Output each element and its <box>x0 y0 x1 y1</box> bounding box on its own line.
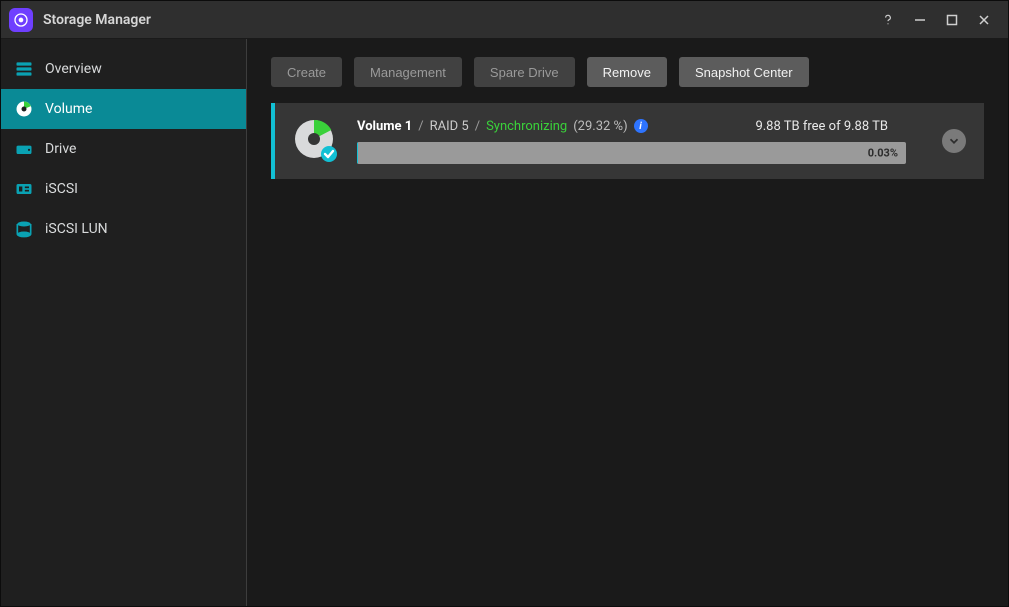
volume-usage-fill <box>357 142 358 164</box>
volume-card[interactable]: Volume 1 / RAID 5 / Synchronizing (29.32… <box>271 103 984 179</box>
volume-status: Synchronizing <box>486 119 567 134</box>
sidebar-item-iscsi[interactable]: iSCSI <box>1 169 246 209</box>
volume-status-icon <box>293 118 339 164</box>
lun-icon <box>13 218 35 240</box>
sidebar-item-label: Volume <box>45 101 92 117</box>
help-button[interactable] <box>872 4 904 36</box>
toolbar: Create Management Spare Drive Remove Sna… <box>271 57 984 87</box>
storage-manager-window: Storage Manager Overview <box>0 0 1009 607</box>
sidebar-item-drive[interactable]: Drive <box>1 129 246 169</box>
main-panel: Create Management Spare Drive Remove Sna… <box>247 39 1008 606</box>
window-title: Storage Manager <box>43 12 151 28</box>
stack-icon <box>13 58 35 80</box>
minimize-button[interactable] <box>904 4 936 36</box>
create-button: Create <box>271 57 342 87</box>
management-button: Management <box>354 57 462 87</box>
volume-usage-bar: 0.03% <box>357 142 906 164</box>
volume-free-text: 9.88 TB free of 9.88 TB <box>755 119 888 134</box>
sidebar-item-label: Drive <box>45 141 76 157</box>
remove-button[interactable]: Remove <box>587 57 667 87</box>
sidebar: Overview Volume Drive iSCSI <box>1 39 247 606</box>
iscsi-icon <box>13 178 35 200</box>
volume-header-row: Volume 1 / RAID 5 / Synchronizing (29.32… <box>357 119 906 134</box>
sidebar-item-overview[interactable]: Overview <box>1 49 246 89</box>
sidebar-item-label: iSCSI LUN <box>45 221 108 237</box>
volume-name: Volume 1 <box>357 119 412 134</box>
sidebar-item-label: Overview <box>45 61 102 77</box>
snapshot-center-button[interactable]: Snapshot Center <box>679 57 809 87</box>
sidebar-item-label: iSCSI <box>45 181 78 197</box>
maximize-button[interactable] <box>936 4 968 36</box>
expand-toggle[interactable] <box>942 129 966 153</box>
volume-sync-percent: (29.32 %) <box>573 119 627 134</box>
drive-icon <box>13 138 35 160</box>
info-icon[interactable]: i <box>634 119 648 133</box>
volume-raid: RAID 5 <box>430 119 469 134</box>
titlebar: Storage Manager <box>1 1 1008 39</box>
volume-usage-label: 0.03% <box>868 146 898 159</box>
sidebar-item-volume[interactable]: Volume <box>1 89 246 129</box>
spare-drive-button: Spare Drive <box>474 57 575 87</box>
sidebar-item-iscsi-lun[interactable]: iSCSI LUN <box>1 209 246 249</box>
close-button[interactable] <box>968 4 1000 36</box>
app-icon <box>9 8 33 32</box>
volume-icon <box>13 98 35 120</box>
